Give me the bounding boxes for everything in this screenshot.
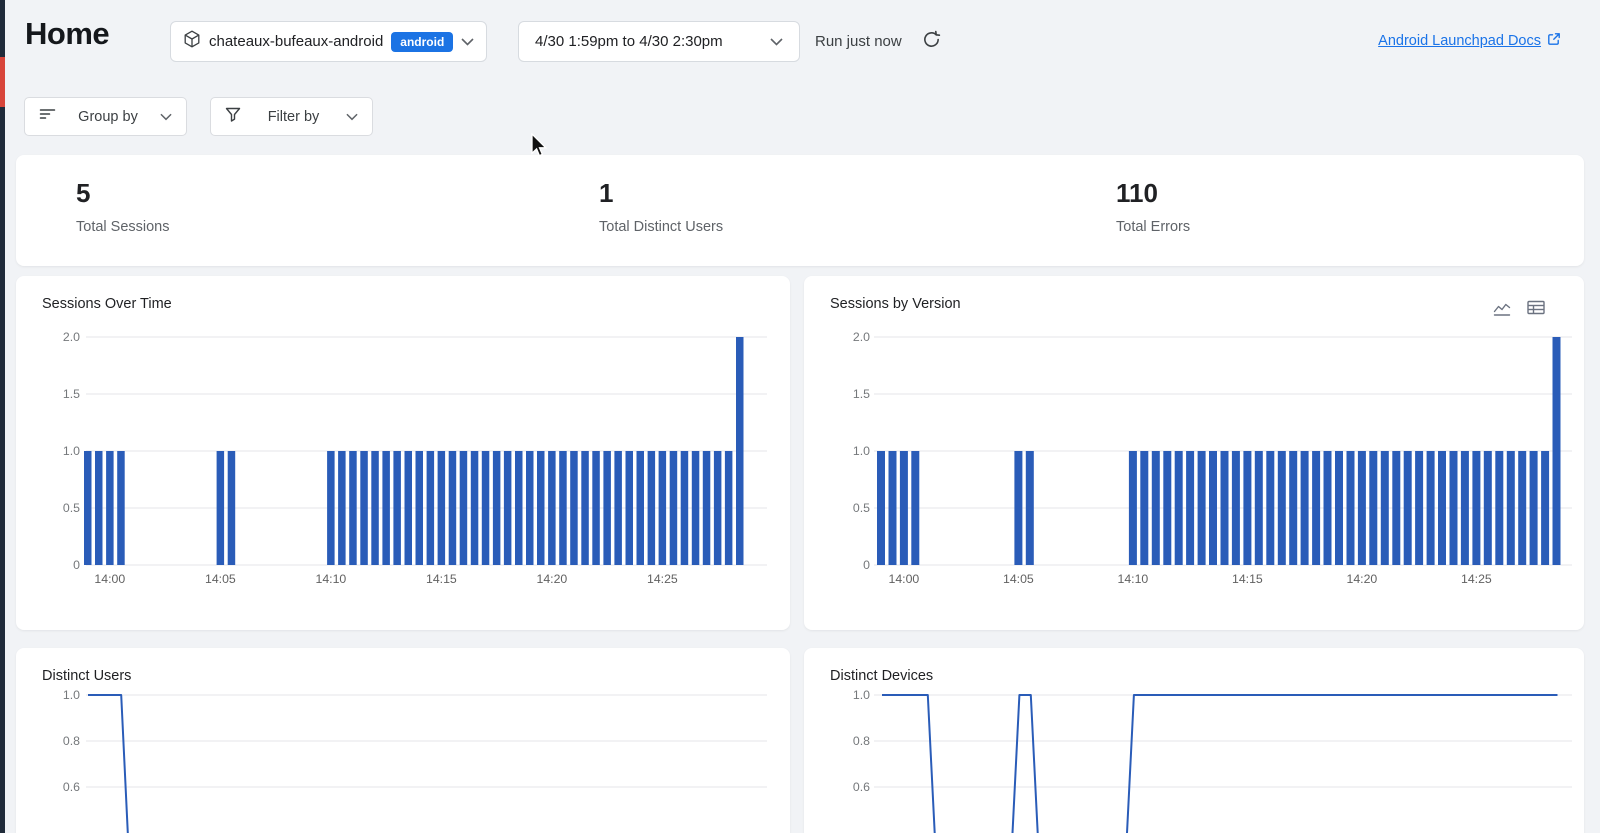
- app-selector[interactable]: chateaux-bufeaux-android android: [170, 21, 487, 62]
- svg-text:1.5: 1.5: [853, 387, 870, 401]
- svg-text:0.8: 0.8: [63, 734, 80, 748]
- svg-text:1.0: 1.0: [63, 444, 80, 458]
- stat-total-sessions: 5 Total Sessions: [76, 178, 170, 235]
- sessions-by-version-card: Sessions by Version 2.01.51.00.5014:0014…: [804, 276, 1584, 630]
- svg-text:14:25: 14:25: [1461, 572, 1492, 586]
- platform-badge: android: [391, 32, 453, 52]
- chevron-down-icon: [160, 108, 172, 126]
- svg-text:14:20: 14:20: [1347, 572, 1378, 586]
- collapsed-sidebar: [0, 0, 5, 833]
- group-by-button[interactable]: Group by: [24, 97, 187, 136]
- distinct-users-chart: 1.0 0.8 0.6: [16, 648, 790, 833]
- sidebar-logo-accent: [0, 57, 5, 107]
- svg-text:0.8: 0.8: [853, 734, 870, 748]
- svg-text:1.0: 1.0: [853, 688, 870, 702]
- mouse-cursor: [531, 133, 551, 164]
- refresh-icon[interactable]: [922, 30, 941, 54]
- distinct-devices-card: Distinct Devices 1.00.80.6: [804, 648, 1584, 833]
- group-lines-icon: [39, 107, 56, 126]
- svg-text:14:10: 14:10: [316, 572, 347, 586]
- stat-label: Total Distinct Users: [599, 219, 723, 235]
- svg-text:0.6: 0.6: [63, 780, 80, 794]
- svg-text:1.5: 1.5: [63, 387, 80, 401]
- page-title: Home: [25, 16, 109, 52]
- docs-link[interactable]: Android Launchpad Docs: [1378, 32, 1561, 50]
- svg-text:1.0: 1.0: [63, 688, 80, 702]
- svg-text:2.0: 2.0: [63, 330, 80, 344]
- app-selector-value: chateaux-bufeaux-android: [209, 33, 383, 50]
- svg-text:14:20: 14:20: [537, 572, 568, 586]
- stat-value: 1: [599, 178, 723, 208]
- filter-funnel-icon: [225, 107, 241, 127]
- svg-text:1.0: 1.0: [853, 444, 870, 458]
- svg-text:0.5: 0.5: [853, 501, 870, 515]
- svg-text:14:05: 14:05: [205, 572, 236, 586]
- sessions-by-version-chart: 2.0 1.5 1.0 0.5 0 14:00 14:05 14:10 14:15 14:20 14…: [804, 276, 1584, 630]
- svg-text:0.6: 0.6: [853, 780, 870, 794]
- external-link-icon: [1547, 32, 1561, 50]
- stat-label: Total Errors: [1116, 219, 1190, 235]
- svg-text:14:25: 14:25: [647, 572, 678, 586]
- package-icon: [183, 30, 201, 53]
- svg-text:14:00: 14:00: [94, 572, 125, 586]
- distinct-users-card: Distinct Users 1.00.80.6: [16, 648, 790, 833]
- group-by-label: Group by: [68, 109, 148, 125]
- stat-total-errors: 110 Total Errors: [1116, 178, 1190, 235]
- svg-text:0.5: 0.5: [63, 501, 80, 515]
- dashboard-page: Home chateaux-bufeaux-android android 4/…: [0, 0, 1600, 833]
- run-status-area: Run just now: [815, 21, 941, 62]
- svg-text:14:15: 14:15: [1232, 572, 1263, 586]
- chevron-down-icon: [346, 108, 358, 126]
- stat-value: 110: [1116, 178, 1190, 208]
- svg-text:2.0: 2.0: [853, 330, 870, 344]
- sessions-over-time-chart: 2.0 1.5 1.0 0.5 0 14:00 14:05 14:10 14:15 14:20 14…: [16, 276, 790, 630]
- filter-by-button[interactable]: Filter by: [210, 97, 373, 136]
- stat-total-distinct-users: 1 Total Distinct Users: [599, 178, 723, 235]
- date-range-picker[interactable]: 4/30 1:59pm to 4/30 2:30pm: [518, 21, 800, 62]
- chevron-down-icon: [770, 33, 783, 51]
- chevron-down-icon: [461, 33, 474, 51]
- sessions-over-time-card: Sessions Over Time 2.01.51.00.5014:0014:…: [16, 276, 790, 630]
- docs-link-label: Android Launchpad Docs: [1378, 33, 1541, 49]
- stat-label: Total Sessions: [76, 219, 170, 235]
- svg-text:0: 0: [863, 558, 870, 572]
- filter-by-label: Filter by: [253, 109, 334, 125]
- stat-value: 5: [76, 178, 170, 208]
- svg-text:14:10: 14:10: [1118, 572, 1149, 586]
- svg-text:0: 0: [73, 558, 80, 572]
- distinct-devices-chart: 1.0 0.8 0.6: [804, 648, 1584, 833]
- svg-text:14:05: 14:05: [1003, 572, 1034, 586]
- date-range-value: 4/30 1:59pm to 4/30 2:30pm: [535, 33, 723, 50]
- svg-text:14:00: 14:00: [889, 572, 920, 586]
- svg-text:14:15: 14:15: [426, 572, 457, 586]
- summary-stats-card: 5 Total Sessions 1 Total Distinct Users …: [16, 155, 1584, 266]
- run-status-text: Run just now: [815, 33, 902, 50]
